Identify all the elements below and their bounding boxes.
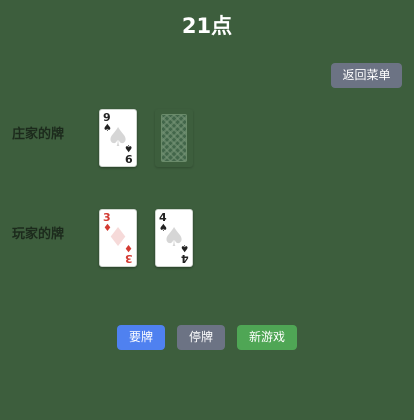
spade-icon: ♠ [124, 142, 133, 153]
card-back-pattern-icon [161, 114, 187, 162]
stand-button[interactable]: 停牌 [177, 325, 225, 350]
diamond-icon: ♦ [124, 242, 133, 253]
player-card-2: 4 ♠ ♠ ♠ 4 [155, 209, 193, 267]
card-rank: 3 [125, 252, 133, 265]
back-to-menu-button[interactable]: 返回菜单 [331, 63, 402, 88]
card-rank: 9 [125, 152, 133, 165]
dealer-label: 庄家的牌 [12, 127, 65, 142]
game-title: 21点 [181, 14, 233, 38]
dealer-card-2-face-down [155, 109, 193, 167]
player-label: 玩家的牌 [12, 227, 65, 242]
new-game-button[interactable]: 新游戏 [237, 325, 297, 350]
player-card-1: 3 ♦ ♦ ♦ 3 [99, 209, 137, 267]
card-rank: 4 [181, 252, 189, 265]
spade-icon: ♠ [180, 242, 189, 253]
hit-button[interactable]: 要牌 [117, 325, 165, 350]
dealer-card-1: 9 ♠ ♠ ♠ 9 [99, 109, 137, 167]
